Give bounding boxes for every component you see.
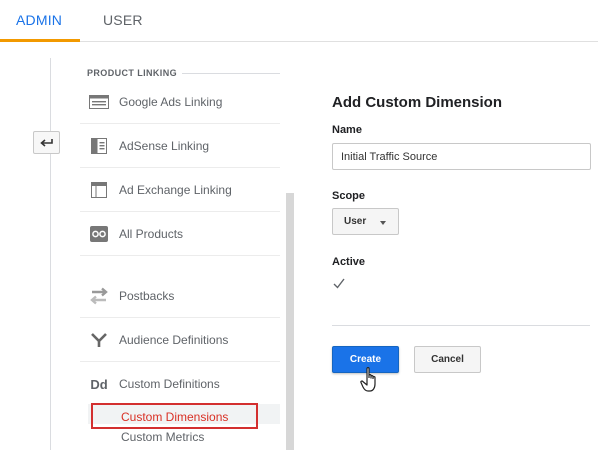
tab-admin[interactable]: ADMIN bbox=[16, 12, 62, 28]
section-title-product-linking: PRODUCT LINKING bbox=[87, 68, 177, 78]
back-arrow-icon bbox=[40, 138, 53, 147]
nav-item-label: Ad Exchange Linking bbox=[119, 183, 232, 197]
name-input[interactable] bbox=[332, 143, 591, 170]
active-tab-indicator bbox=[0, 39, 80, 42]
nav-item-label: All Products bbox=[119, 227, 184, 241]
nav-scrollbar[interactable] bbox=[286, 193, 294, 450]
name-label: Name bbox=[332, 124, 362, 136]
nav-item-label: Audience Definitions bbox=[119, 333, 229, 347]
tab-user[interactable]: USER bbox=[103, 12, 143, 28]
nav-item-all-products[interactable]: All Products bbox=[80, 213, 280, 256]
nav-item-label: Postbacks bbox=[119, 289, 175, 303]
section-divider bbox=[182, 73, 280, 74]
active-checkbox[interactable] bbox=[333, 277, 345, 289]
scope-select[interactable]: User bbox=[332, 208, 399, 235]
back-button[interactable] bbox=[33, 131, 60, 154]
custom-definitions-icon: Dd bbox=[90, 376, 108, 392]
nav-item-label: Google Ads Linking bbox=[119, 95, 223, 109]
audience-icon bbox=[88, 331, 110, 349]
column-divider bbox=[50, 58, 51, 450]
top-tab-bar: ADMIN USER bbox=[0, 0, 598, 42]
ad-exchange-icon bbox=[88, 181, 110, 199]
sub-item-custom-metrics[interactable]: Custom Metrics bbox=[121, 430, 204, 444]
nav-item-adsense-linking[interactable]: AdSense Linking bbox=[80, 125, 280, 168]
hand-cursor-icon bbox=[360, 367, 376, 392]
nav-item-postbacks[interactable]: Postbacks bbox=[80, 275, 280, 318]
google-ads-icon bbox=[88, 93, 110, 111]
scope-select-value: User bbox=[344, 216, 367, 227]
cancel-button[interactable]: Cancel bbox=[414, 346, 481, 373]
nav-item-label: AdSense Linking bbox=[119, 139, 210, 153]
adsense-icon bbox=[88, 137, 110, 155]
nav-item-custom-definitions[interactable]: Dd Custom Definitions bbox=[80, 363, 280, 406]
nav-item-audience-definitions[interactable]: Audience Definitions bbox=[80, 319, 280, 362]
active-label: Active bbox=[332, 256, 366, 268]
postbacks-icon bbox=[88, 287, 110, 305]
nav-item-ad-exchange-linking[interactable]: Ad Exchange Linking bbox=[80, 169, 280, 212]
form-divider bbox=[332, 325, 590, 326]
nav-item-label: Custom Definitions bbox=[119, 377, 220, 391]
checkmark-icon bbox=[333, 278, 345, 289]
nav-item-google-ads-linking[interactable]: Google Ads Linking bbox=[80, 81, 280, 124]
all-products-icon bbox=[88, 225, 110, 243]
highlight-box bbox=[91, 403, 258, 429]
scope-label: Scope bbox=[332, 190, 366, 202]
form-title: Add Custom Dimension bbox=[332, 94, 503, 111]
chevron-down-icon bbox=[380, 221, 386, 225]
